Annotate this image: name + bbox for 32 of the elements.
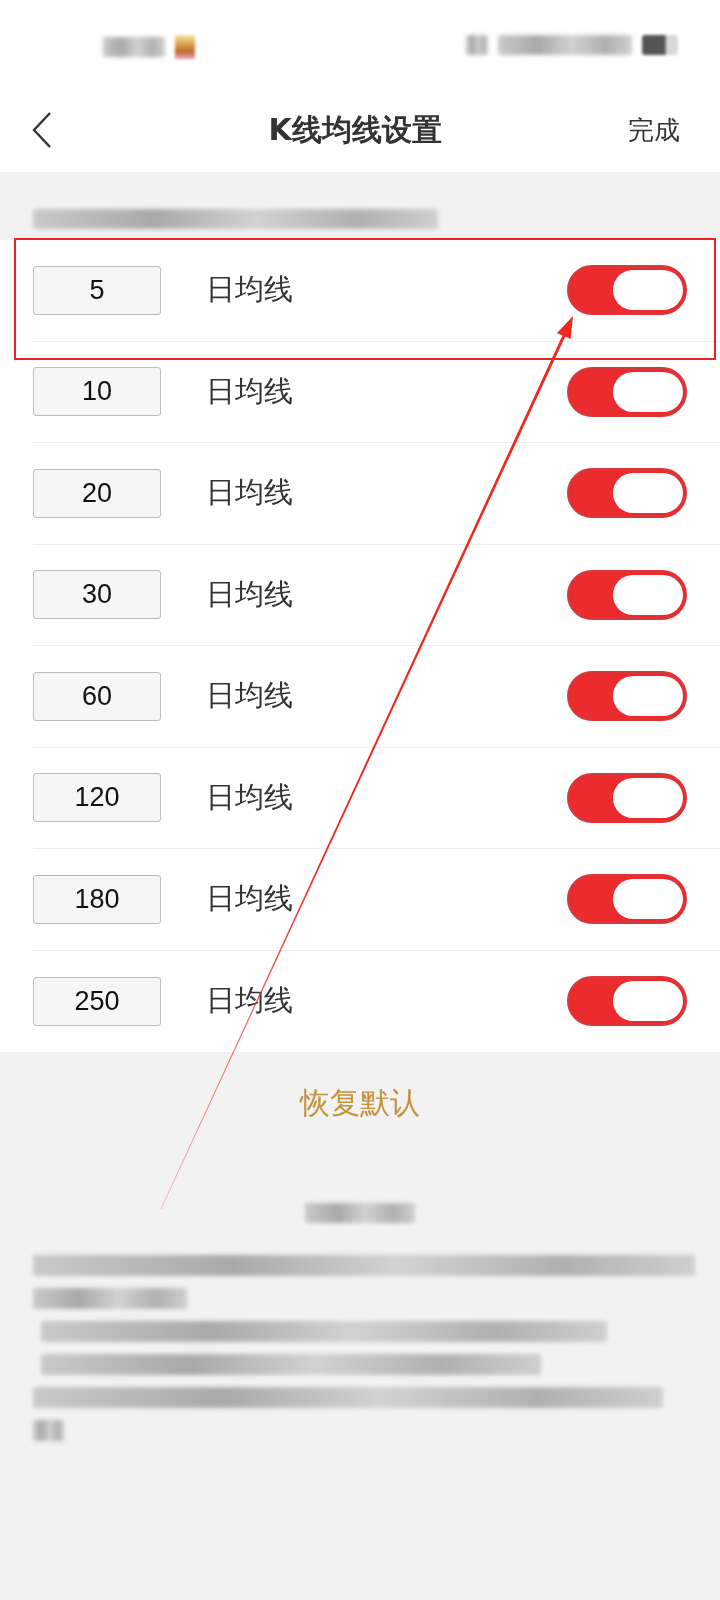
period-field[interactable]: 250 [33,976,161,1026]
blurred-icon [466,35,488,55]
period-field[interactable]: 5 [33,265,161,315]
back-icon [32,112,52,148]
blurred-text [33,1420,64,1441]
line-label: 日均线 [206,271,293,309]
line-label: 日均线 [206,575,293,613]
line-label: 日均线 [206,474,293,512]
period-field[interactable]: 120 [33,773,161,823]
blurred-icon [642,35,678,55]
back-button[interactable] [30,110,54,150]
line-label: 日均线 [206,778,293,816]
toggle-switch[interactable] [567,265,687,316]
toggle-switch[interactable] [567,366,687,417]
line-label: 日均线 [206,880,293,918]
period-field[interactable]: 10 [33,367,161,417]
blurred-text [103,37,165,57]
period-field[interactable]: 20 [33,468,161,518]
line-label: 日均线 [206,677,293,715]
toggle-switch[interactable] [567,569,687,620]
blurred-icon [175,35,195,59]
toggle-switch[interactable] [567,976,687,1027]
page-title: K线均线设置 [268,110,442,149]
line-label: 日均线 [206,372,293,410]
period-field[interactable]: 180 [33,874,161,924]
toggle-switch[interactable] [567,874,687,925]
toggle-switch[interactable] [567,671,687,722]
toggle-switch[interactable] [567,772,687,823]
toggle-switch[interactable] [567,468,687,519]
done-button[interactable]: 完成 [628,112,680,148]
period-field[interactable]: 30 [33,570,161,620]
period-field[interactable]: 60 [33,671,161,721]
